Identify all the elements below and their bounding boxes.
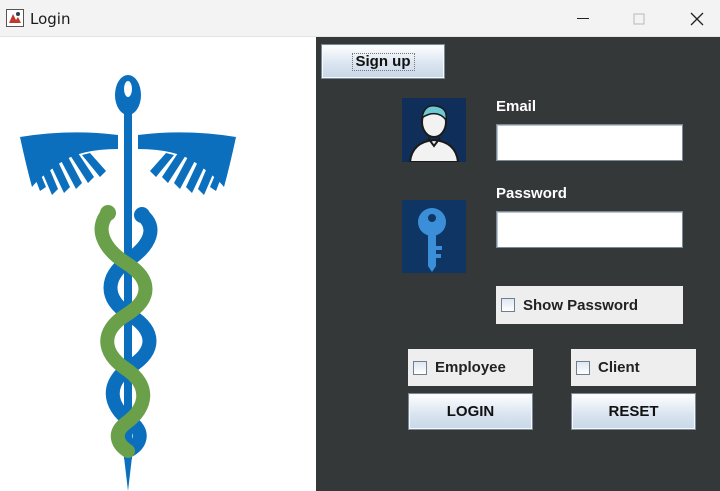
key-icon (402, 200, 466, 273)
maximize-icon (633, 13, 645, 24)
close-button[interactable] (674, 0, 720, 37)
checkbox-square-icon[interactable] (413, 360, 427, 375)
checkbox-square-icon[interactable] (576, 360, 590, 375)
signup-label: Sign up (351, 52, 415, 71)
email-input[interactable] (496, 124, 683, 161)
user-avatar-icon (402, 98, 466, 162)
minimize-button[interactable] (560, 0, 606, 37)
minimize-icon (577, 17, 589, 19)
close-icon (690, 12, 704, 25)
password-input[interactable] (496, 211, 683, 248)
client-label: Client (598, 359, 640, 376)
title-bar: Login (0, 0, 720, 37)
password-label: Password (496, 185, 567, 202)
caduceus-medical-icon (20, 75, 236, 491)
show-password-label: Show Password (523, 296, 639, 314)
checkbox-square-icon[interactable] (501, 298, 515, 312)
client-checkbox[interactable]: Client (571, 349, 696, 386)
maximize-button[interactable] (616, 0, 662, 37)
signup-button[interactable]: Sign up (321, 44, 445, 79)
email-label: Email (496, 98, 537, 115)
employee-checkbox[interactable]: Employee (408, 349, 533, 386)
employee-label: Employee (435, 359, 506, 376)
show-password-checkbox[interactable]: Show Password (496, 286, 683, 324)
reset-label: RESET (608, 403, 659, 420)
logo-panel (0, 37, 316, 491)
java-app-icon (6, 9, 24, 27)
login-label: LOGIN (446, 403, 495, 420)
reset-button[interactable]: RESET (571, 393, 696, 430)
window-title: Login (30, 10, 71, 28)
login-button[interactable]: LOGIN (408, 393, 533, 430)
